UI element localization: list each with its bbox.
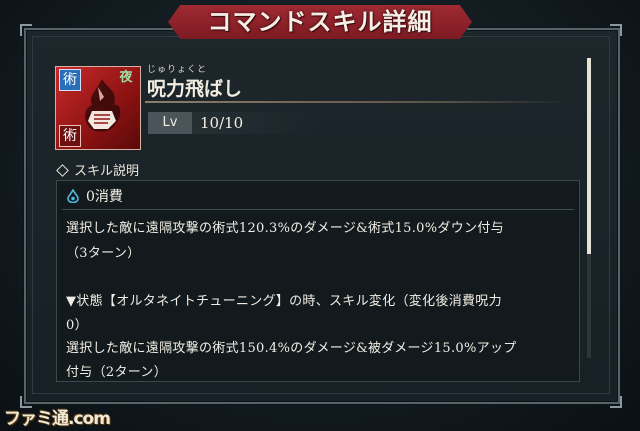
description-line: 0） [66,318,88,333]
level-label: Lv [148,112,192,134]
cursed-energy-drop-icon [67,189,79,203]
watermark-logo: ファミ通.com [4,409,111,429]
cost-row: 0消費 [66,187,123,207]
skill-icon: 術 術 夜 [55,66,141,150]
section-label: スキル説明 [74,164,140,179]
section-header: スキル説明 [56,160,140,179]
cost-text: 0消費 [86,189,123,205]
technique-tag-bottom: 術 [59,125,81,147]
description-line: （3ターン） [66,246,141,261]
cost-divider [62,209,574,210]
night-tag: 夜 [119,70,133,85]
skill-name: 呪力飛ばし [147,78,243,100]
technique-tag-top: 術 [59,69,81,91]
corner-ornament-top-left [20,24,32,36]
diamond-icon [56,164,69,177]
corner-ornament-bottom-right [610,396,622,408]
description-line: 選択した敵に遠隔攻撃の術式150.4%のダメージ&被ダメージ15.0%アップ [66,341,517,356]
description-line: 選択した敵に遠隔攻撃の術式120.3%のダメージ&術式15.0%ダウン付与 [66,221,504,236]
skill-name-underline [145,101,570,103]
description-line: 付与（2ターン） [66,365,168,380]
description-line: ▼状態【オルタネイトチューニング】の時、スキル変化（変化後消費呪力 [66,294,502,309]
corner-ornament-top-right [610,24,622,36]
scrollbar-thumb[interactable] [587,58,591,254]
level-value: 10/10 [200,114,244,132]
page-title: コマンドスキル詳細 [207,7,433,36]
